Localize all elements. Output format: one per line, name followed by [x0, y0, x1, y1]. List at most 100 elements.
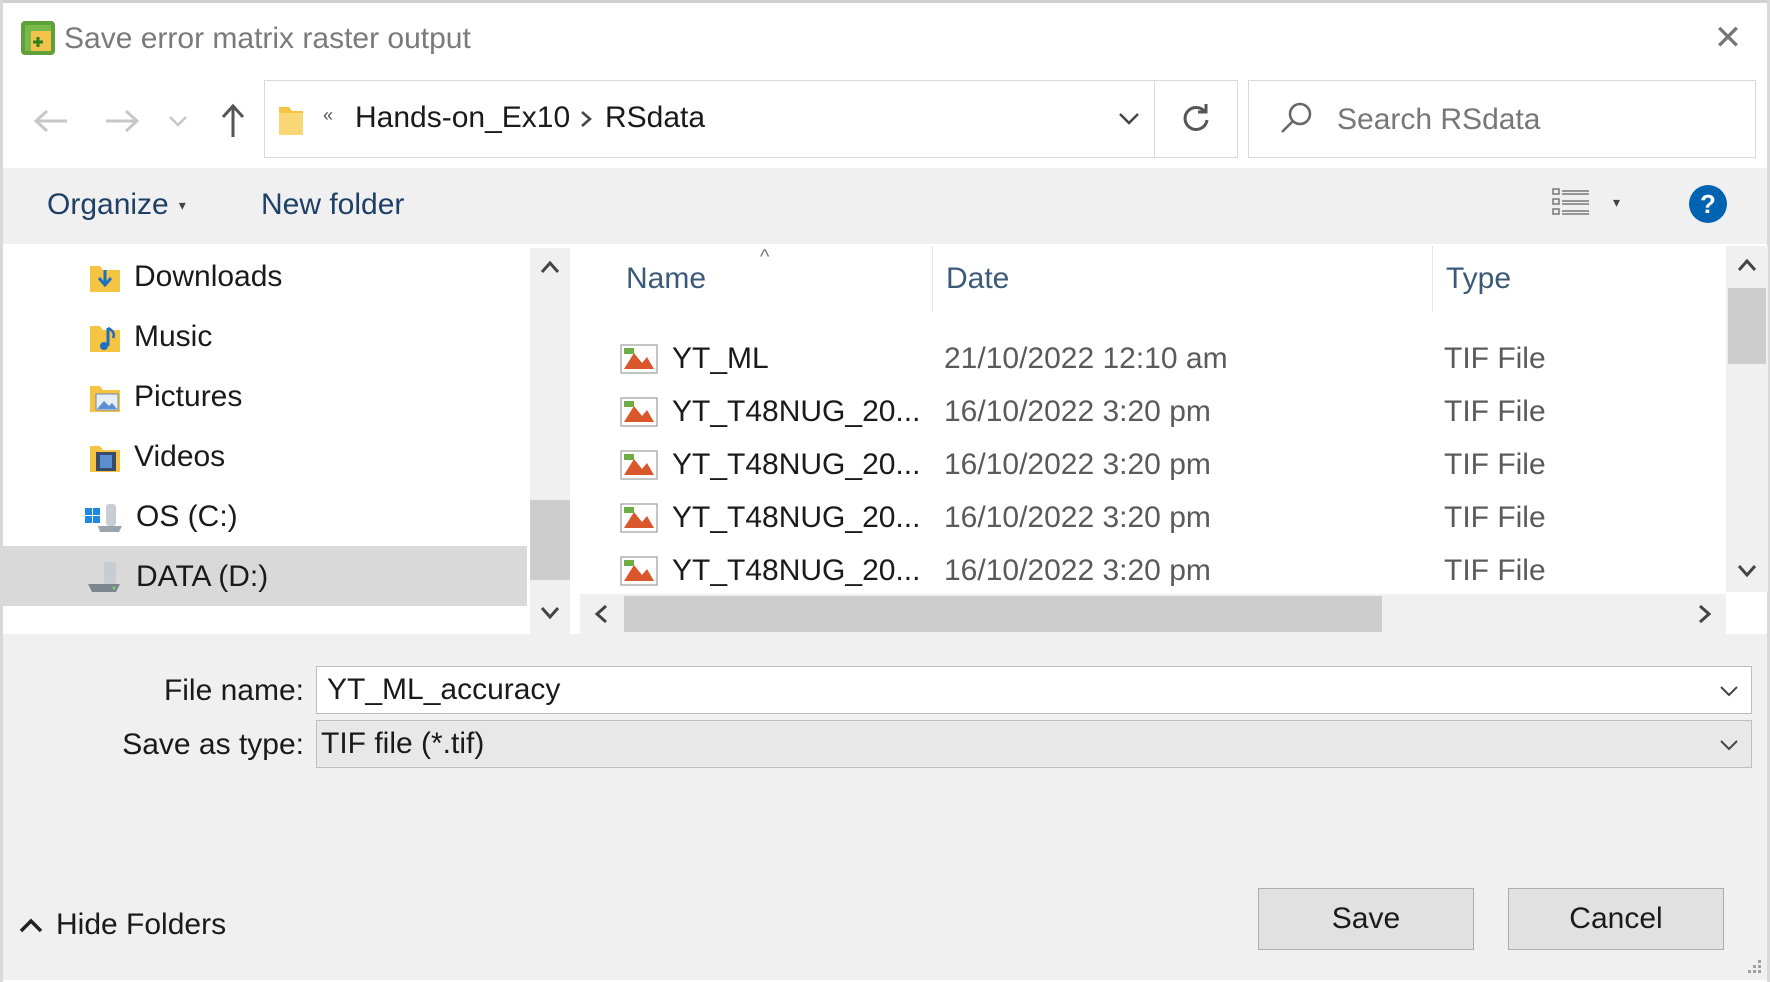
hide-folders-label: Hide Folders	[56, 908, 227, 941]
file-date: 16/10/2022 3:20 pm	[944, 447, 1211, 481]
list-horizontal-scrollbar[interactable]	[580, 594, 1726, 634]
address-dropdown-button[interactable]	[1105, 81, 1153, 157]
organize-button[interactable]: Organize ▾	[47, 188, 186, 222]
search-placeholder: Search RSdata	[1337, 103, 1541, 136]
chevron-down-icon[interactable]	[1719, 685, 1739, 697]
hide-folders-button[interactable]: Hide Folders	[18, 908, 226, 942]
videos-folder-icon	[90, 446, 120, 472]
raster-file-icon	[620, 344, 658, 373]
file-name: YT_T48NUG_20...	[672, 447, 921, 481]
column-header-date[interactable]: Date	[946, 262, 1009, 296]
back-button[interactable]	[28, 98, 74, 144]
breadcrumb-item-hands-on-ex10[interactable]: Hands-on_Ex10	[355, 101, 570, 135]
save-as-type-select[interactable]: TIF file (*.tif)	[316, 720, 1752, 768]
arrow-left-icon	[33, 109, 67, 133]
file-name: YT_T48NUG_20...	[672, 394, 921, 428]
file-row[interactable]: YT_T48NUG_20... 16/10/2022 3:20 pm TIF F…	[620, 438, 1720, 491]
address-bar[interactable]: « Hands-on_Ex10 RSdata	[264, 80, 1238, 158]
help-button[interactable]: ?	[1689, 185, 1727, 223]
save-dialog: Save error matrix raster output ✕ « Hand…	[0, 0, 1770, 982]
tree-item-label: Videos	[134, 440, 226, 473]
file-type: TIF File	[1444, 394, 1546, 428]
column-divider[interactable]	[932, 246, 933, 312]
recent-locations-button[interactable]	[160, 98, 196, 144]
file-name-input[interactable]: YT_ML_accuracy	[316, 666, 1752, 714]
chevron-down-icon	[169, 116, 187, 127]
save-as-type-value: TIF file (*.tif)	[321, 727, 485, 760]
music-folder-icon	[90, 326, 120, 352]
scroll-down-icon[interactable]	[540, 606, 560, 620]
refresh-button[interactable]	[1154, 80, 1238, 158]
file-name-value: YT_ML_accuracy	[327, 673, 561, 706]
file-row[interactable]: YT_T48NUG_20... 16/10/2022 3:20 pm TIF F…	[620, 491, 1720, 544]
file-row[interactable]: YT_ML 21/10/2022 12:10 am TIF File	[620, 332, 1720, 385]
tree-scrollbar[interactable]	[530, 248, 570, 634]
new-folder-button[interactable]: New folder	[261, 188, 404, 222]
column-header-type[interactable]: Type	[1446, 262, 1511, 296]
arrow-right-icon	[106, 109, 140, 133]
sort-ascending-icon: ^	[760, 246, 770, 268]
file-name: YT_T48NUG_20...	[672, 500, 921, 534]
raster-file-icon	[620, 503, 658, 532]
chevron-down-icon	[1119, 113, 1139, 125]
file-row[interactable]: YT_T48NUG_20... 16/10/2022 3:20 pm TIF F…	[620, 385, 1720, 438]
file-date: 21/10/2022 12:10 am	[944, 341, 1228, 375]
list-scrollbar-thumb[interactable]	[1728, 288, 1766, 364]
details-view-icon	[1552, 188, 1589, 215]
tree-item-data-drive[interactable]: DATA (D:)	[84, 548, 268, 606]
scroll-down-icon[interactable]	[1737, 564, 1757, 578]
resize-grip-icon[interactable]	[1744, 958, 1762, 976]
tree-item-pictures[interactable]: Pictures	[88, 368, 242, 426]
close-icon[interactable]: ✕	[1712, 21, 1744, 55]
save-button[interactable]: Save	[1258, 888, 1474, 950]
chevron-down-icon	[1720, 740, 1738, 751]
forward-button[interactable]	[99, 98, 145, 144]
breadcrumb-item-rsdata[interactable]: RSdata	[605, 101, 705, 135]
list-horizontal-thumb[interactable]	[624, 596, 1382, 632]
scroll-up-icon[interactable]	[540, 260, 560, 274]
file-type: TIF File	[1444, 341, 1546, 375]
file-name: YT_ML	[672, 341, 769, 375]
refresh-icon	[1183, 104, 1209, 131]
raster-file-icon	[620, 450, 658, 479]
command-toolbar: Organize ▾ New folder ▾ ?	[3, 168, 1767, 244]
up-folder-button[interactable]	[210, 98, 256, 144]
scroll-up-icon[interactable]	[1737, 258, 1757, 272]
folder-icon	[279, 107, 303, 135]
search-input[interactable]: Search RSdata	[1248, 80, 1756, 158]
column-divider[interactable]	[1432, 246, 1433, 312]
scroll-right-icon[interactable]	[1698, 604, 1712, 624]
tree-item-music[interactable]: Music	[88, 308, 212, 366]
organize-label: Organize	[47, 188, 169, 221]
tree-item-os-drive[interactable]: OS (C:)	[84, 488, 238, 546]
data-drive-icon	[88, 562, 120, 592]
file-name-label: File name:	[163, 674, 304, 707]
file-type: TIF File	[1444, 500, 1546, 534]
file-row[interactable]: YT_T48NUG_20... 16/10/2022 3:20 pm TIF F…	[620, 544, 1720, 597]
caret-down-icon: ▾	[1613, 193, 1621, 210]
window-border-top	[0, 0, 1770, 3]
app-icon	[21, 21, 55, 55]
os-drive-icon	[85, 504, 122, 532]
column-header-name[interactable]: Name	[626, 262, 706, 296]
file-type: TIF File	[1444, 447, 1546, 481]
file-name: YT_T48NUG_20...	[672, 553, 921, 587]
caret-down-icon: ▾	[178, 196, 186, 213]
tree-item-downloads[interactable]: Downloads	[88, 248, 282, 306]
tree-item-label: Downloads	[134, 260, 283, 293]
scroll-left-icon[interactable]	[594, 604, 608, 624]
raster-file-icon	[620, 556, 658, 585]
list-scrollbar[interactable]	[1726, 246, 1768, 592]
tree-scrollbar-thumb[interactable]	[530, 500, 570, 580]
tree-item-label: Pictures	[134, 380, 243, 413]
tree-item-label: OS (C:)	[136, 500, 238, 533]
breadcrumb-overflow[interactable]: «	[323, 105, 333, 126]
raster-file-icon	[620, 397, 658, 426]
downloads-folder-icon	[90, 266, 120, 292]
tree-item-videos[interactable]: Videos	[88, 428, 225, 486]
file-date: 16/10/2022 3:20 pm	[944, 500, 1211, 534]
cancel-button[interactable]: Cancel	[1508, 888, 1724, 950]
window-title: Save error matrix raster output	[64, 22, 471, 55]
view-options-button[interactable]: ▾	[1551, 186, 1620, 218]
arrow-up-icon	[221, 103, 245, 137]
